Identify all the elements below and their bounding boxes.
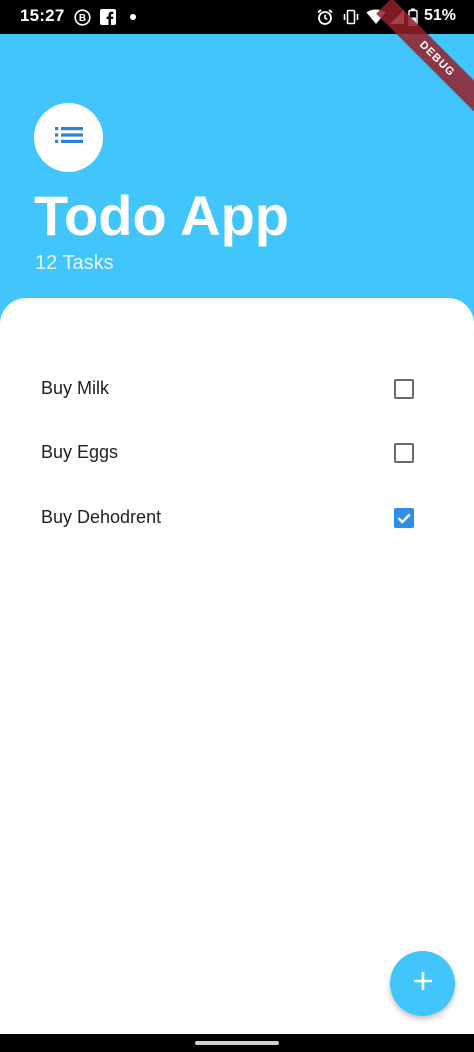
todo-checkbox[interactable] [394,508,414,528]
battery-percent: 51% [424,7,457,24]
dot-icon [128,8,138,26]
alarm-icon [316,8,334,26]
add-task-button[interactable] [390,951,455,1016]
vibrate-icon [342,8,360,26]
todo-checkbox[interactable] [394,379,414,399]
list-icon [54,124,84,151]
todo-label: Buy Dehodrent [41,507,162,527]
b-badge-icon: B [74,8,91,26]
home-handle[interactable] [195,1041,279,1045]
todo-list: Buy Milk Buy Eggs Buy Dehodrent [0,298,474,1034]
app-screen: 15:27 B 51% DEBUG Todo App 12 Tasks Buy … [0,0,474,1052]
todo-label: Buy Eggs [41,442,119,462]
todo-item-buy-milk[interactable]: Buy Milk [0,365,474,413]
status-time: 15:27 [20,6,65,25]
facebook-icon [100,8,116,26]
todo-item-buy-eggs[interactable]: Buy Eggs [0,429,474,477]
task-count: 12 Tasks [35,252,114,274]
todo-checkbox[interactable] [394,443,414,463]
todo-item-buy-dehodrent[interactable]: Buy Dehodrent [0,494,474,542]
svg-text:B: B [79,13,86,24]
list-icon-button [34,103,103,172]
app-title: Todo App [34,184,290,247]
plus-icon [412,970,434,997]
check-icon [397,513,411,524]
todo-label: Buy Milk [41,378,110,398]
navigation-bar [0,1034,474,1052]
